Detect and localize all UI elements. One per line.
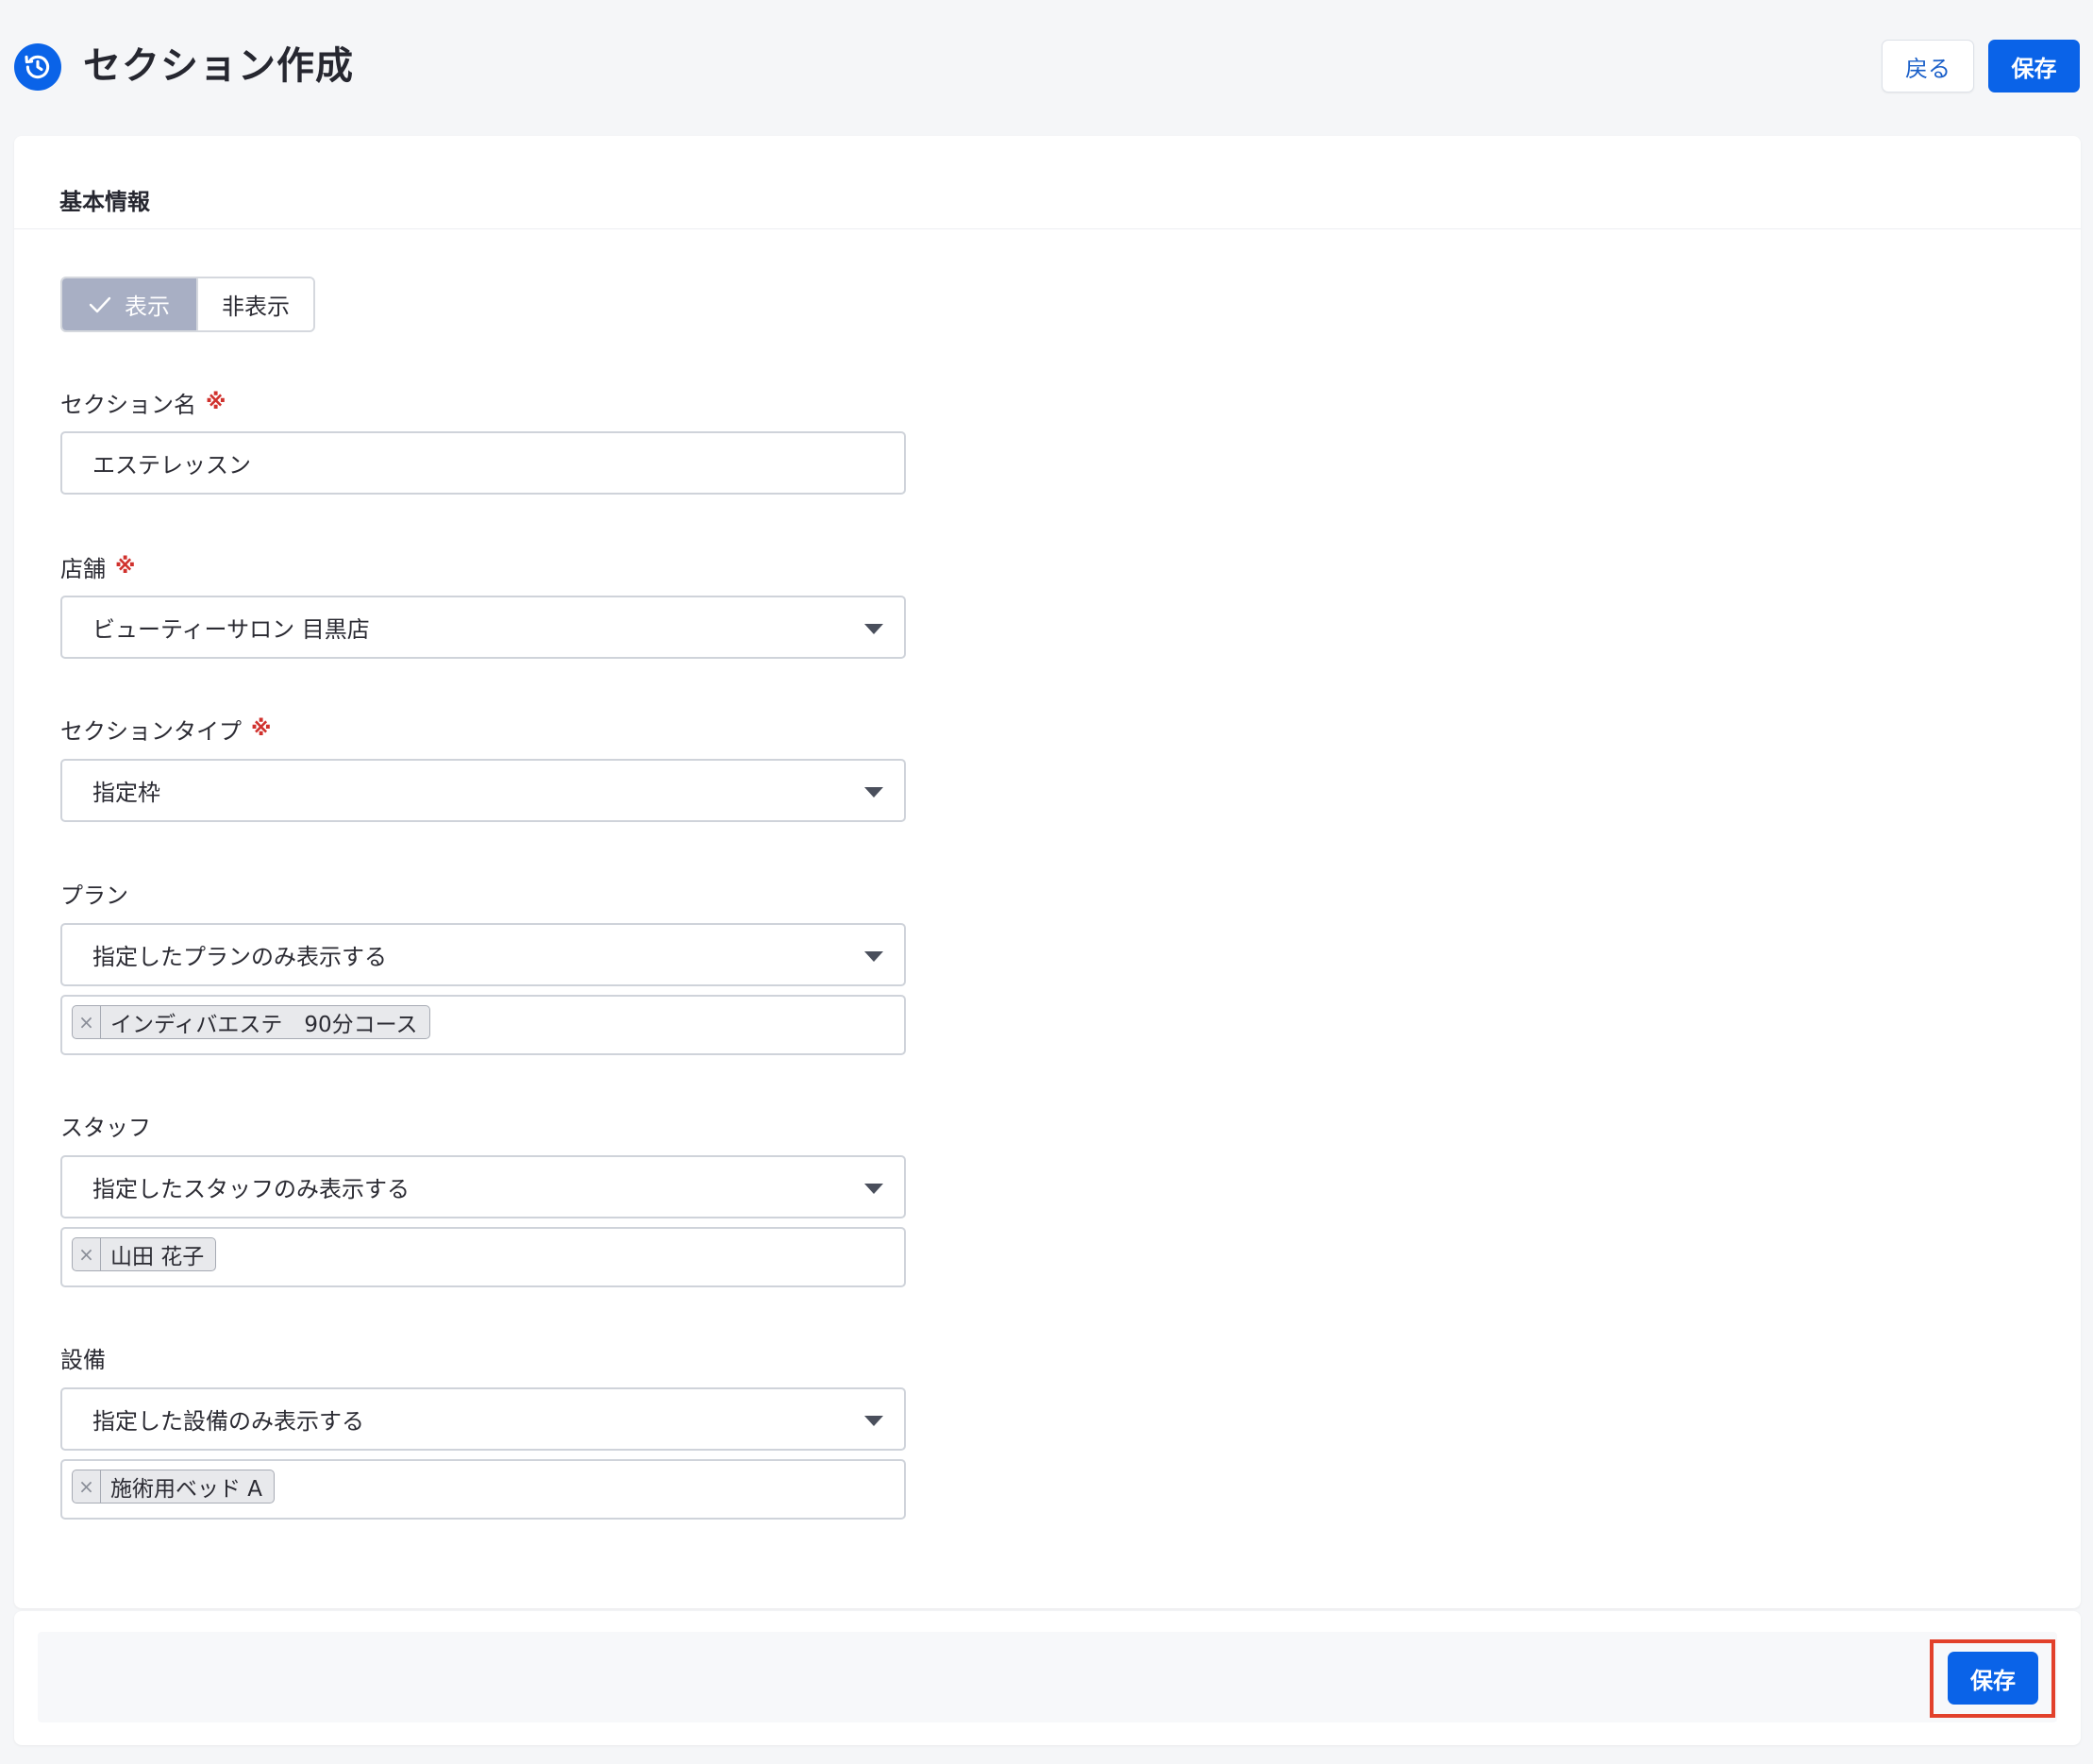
section-name-label: セクション名 ※ bbox=[60, 385, 226, 419]
section-name-input[interactable]: エステレッスン bbox=[60, 431, 906, 495]
basic-info-card: 基本情報 表示 非表示 セクション名 ※ エステレッスン 店舗 ※ ビューティー… bbox=[14, 136, 2081, 1608]
staff-label: スタッフ bbox=[60, 1108, 151, 1142]
equipment-label: 設備 bbox=[60, 1340, 106, 1374]
plan-select[interactable]: 指定したプランのみ表示する bbox=[60, 923, 906, 986]
store-select[interactable]: ビューティーサロン 目黒店 bbox=[60, 596, 906, 659]
card-divider bbox=[14, 228, 2081, 229]
chevron-down-icon bbox=[864, 951, 883, 962]
plan-tag: × インディバエステ 90分コース bbox=[72, 1005, 430, 1039]
save-button-bottom[interactable]: 保存 bbox=[1948, 1652, 2038, 1705]
section-type-label-text: セクションタイプ bbox=[60, 717, 242, 745]
back-button[interactable]: 戻る bbox=[1882, 40, 1974, 92]
section-type-value: 指定枠 bbox=[92, 780, 160, 806]
section-name-label-text: セクション名 bbox=[60, 391, 196, 418]
section-type-label: セクションタイプ ※ bbox=[60, 712, 271, 746]
chevron-down-icon bbox=[864, 1416, 883, 1426]
card-title: 基本情報 bbox=[59, 189, 150, 215]
chevron-down-icon bbox=[864, 624, 883, 634]
section-name-value: エステレッスン bbox=[92, 452, 251, 479]
staff-tag-input[interactable]: × 山田 花子 bbox=[60, 1227, 906, 1287]
history-icon bbox=[14, 43, 61, 91]
chevron-down-icon bbox=[864, 1184, 883, 1194]
close-icon[interactable]: × bbox=[73, 1006, 101, 1038]
plan-label: プラン bbox=[60, 876, 128, 910]
page-header: セクション作成 戻る 保存 bbox=[0, 0, 2093, 134]
staff-select[interactable]: 指定したスタッフのみ表示する bbox=[60, 1155, 906, 1218]
equipment-tag-label: 施術用ベッド A bbox=[110, 1477, 263, 1502]
chevron-down-icon bbox=[864, 787, 883, 798]
save-button-top[interactable]: 保存 bbox=[1988, 40, 2080, 92]
required-mark: ※ bbox=[206, 390, 226, 414]
equipment-select[interactable]: 指定した設備のみ表示する bbox=[60, 1387, 906, 1451]
toggle-show-label: 表示 bbox=[125, 294, 170, 320]
equipment-tag: × 施術用ベッド A bbox=[72, 1470, 276, 1504]
plan-value: 指定したプランのみ表示する bbox=[92, 944, 387, 970]
check-icon bbox=[89, 296, 111, 312]
page-title: セクション作成 bbox=[83, 44, 354, 88]
toggle-hide-label: 非表示 bbox=[222, 294, 290, 320]
form-footer bbox=[14, 1611, 2081, 1745]
required-mark: ※ bbox=[115, 554, 136, 579]
staff-tag-label: 山田 花子 bbox=[110, 1245, 205, 1269]
plan-tag-label: インディバエステ 90分コース bbox=[110, 1013, 418, 1037]
staff-tag: × 山田 花子 bbox=[72, 1237, 217, 1271]
close-icon[interactable]: × bbox=[73, 1238, 101, 1270]
staff-label-text: スタッフ bbox=[60, 1114, 151, 1141]
section-type-select[interactable]: 指定枠 bbox=[60, 759, 906, 822]
required-mark: ※ bbox=[251, 716, 272, 741]
staff-value: 指定したスタッフのみ表示する bbox=[92, 1176, 410, 1202]
plan-label-text: プラン bbox=[60, 882, 128, 909]
toggle-hide-option[interactable]: 非表示 bbox=[198, 278, 313, 330]
equipment-tag-input[interactable]: × 施術用ベッド A bbox=[60, 1459, 906, 1520]
store-label-text: 店舗 bbox=[60, 555, 106, 582]
close-icon[interactable]: × bbox=[73, 1470, 101, 1503]
equipment-label-text: 設備 bbox=[60, 1346, 106, 1373]
toggle-show-option[interactable]: 表示 bbox=[62, 278, 198, 330]
plan-tag-input[interactable]: × インディバエステ 90分コース bbox=[60, 995, 906, 1055]
equipment-value: 指定した設備のみ表示する bbox=[92, 1408, 364, 1435]
footer-action-bar bbox=[38, 1632, 2057, 1722]
visibility-toggle: 表示 非表示 bbox=[60, 277, 315, 332]
store-label: 店舗 ※ bbox=[60, 549, 135, 583]
store-value: ビューティーサロン 目黒店 bbox=[92, 616, 370, 643]
